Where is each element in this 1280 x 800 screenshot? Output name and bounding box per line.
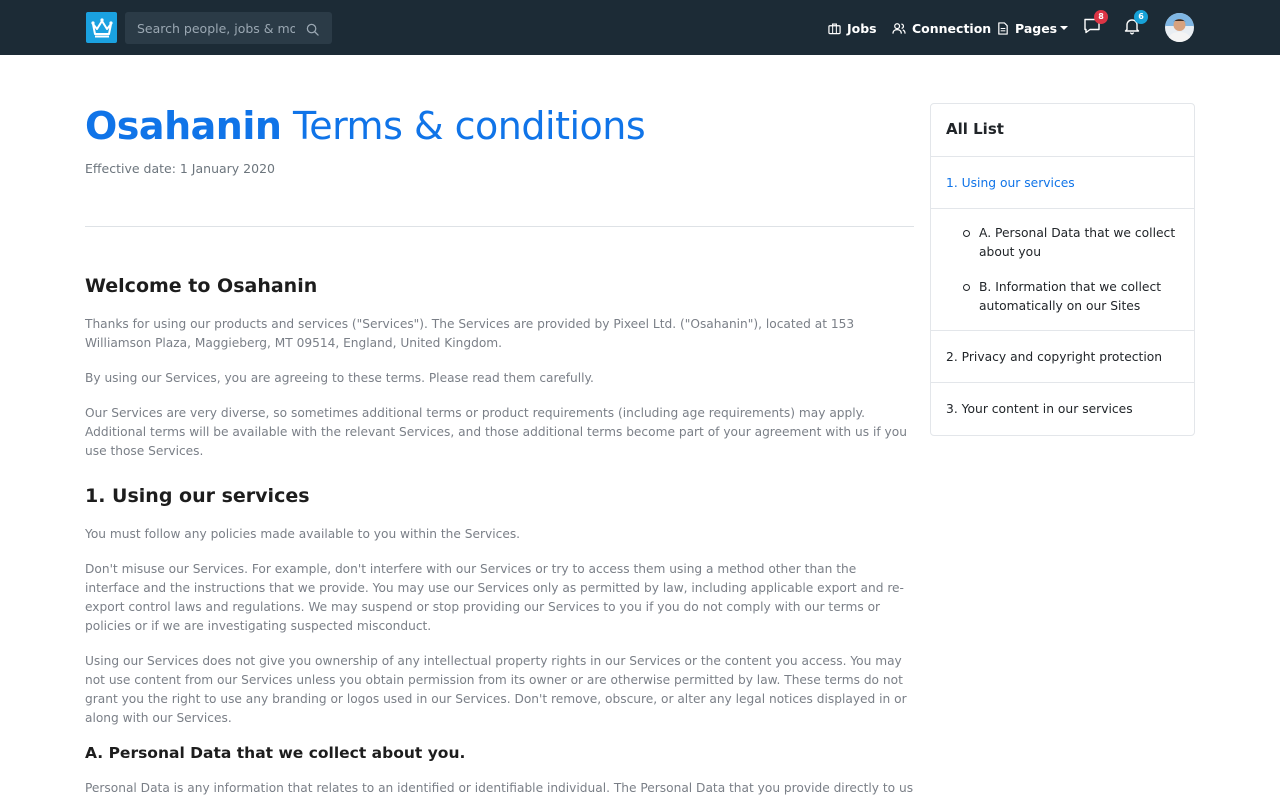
notifications-button[interactable]: 6 — [1123, 10, 1148, 37]
welcome-paragraph-3: Our Services are very diverse, so someti… — [85, 406, 907, 458]
sidebar-item-privacy[interactable]: 2. Privacy and copyright protection — [931, 331, 1194, 383]
page-title-text: Terms & conditions — [281, 104, 646, 148]
sidebar-item-information-collected[interactable]: B. Information that we collect automatic… — [963, 278, 1179, 316]
using-paragraph-1: You must follow any policies made availa… — [85, 527, 521, 541]
sidebar-item-using-services[interactable]: 1. Using our services — [931, 157, 1194, 209]
users-icon — [892, 22, 906, 34]
top-navbar: Jobs Connection Pages 8 6 — [0, 0, 1280, 55]
nav-pages-dropdown[interactable]: Pages — [997, 18, 1069, 38]
sidebar-title: All List — [931, 104, 1194, 157]
page-title: Osahanin Terms & conditions — [85, 104, 646, 148]
notifications-count-badge: 6 — [1134, 10, 1148, 24]
search-box — [125, 12, 332, 44]
using-paragraph-2: Don't misuse our Services. For example, … — [85, 562, 904, 633]
nav-connection-label: Connection — [912, 20, 992, 36]
effective-date: Effective date: 1 January 2020 — [85, 161, 275, 176]
search-input[interactable] — [125, 12, 295, 44]
using-services-heading: 1. Using our services — [85, 485, 310, 507]
sidebar-item-your-content[interactable]: 3. Your content in our services — [931, 383, 1194, 435]
sidebar-all-list: All List 1. Using our services A. Person… — [930, 103, 1195, 436]
welcome-heading: Welcome to Osahanin — [85, 275, 318, 297]
nav-pages-label: Pages — [1015, 20, 1058, 36]
using-paragraph-3: Using our Services does not give you own… — [85, 654, 907, 725]
sidebar-item-personal-data[interactable]: A. Personal Data that we collect about y… — [963, 224, 1179, 262]
crown-logo-icon[interactable] — [86, 12, 117, 43]
messages-button[interactable]: 8 — [1083, 10, 1108, 37]
user-avatar[interactable] — [1165, 13, 1194, 42]
messages-count-badge: 8 — [1094, 10, 1108, 24]
page-title-brand: Osahanin — [85, 104, 282, 148]
nav-jobs-label: Jobs — [847, 20, 877, 36]
sidebar-sublist: A. Personal Data that we collect about y… — [931, 209, 1194, 331]
welcome-paragraph-1: Thanks for using our products and servic… — [85, 317, 855, 350]
welcome-paragraph-2: By using our Services, you are agreeing … — [85, 371, 594, 385]
chevron-down-icon — [1060, 26, 1069, 30]
search-icon[interactable] — [306, 21, 320, 36]
briefcase-icon — [828, 22, 841, 34]
personal-data-heading: A. Personal Data that we collect about y… — [85, 744, 466, 762]
personal-data-paragraph: Personal Data is any information that re… — [85, 781, 914, 795]
nav-jobs-link[interactable]: Jobs — [828, 18, 877, 38]
nav-connection-link[interactable]: Connection — [892, 18, 991, 38]
header-divider — [85, 226, 914, 227]
document-icon — [998, 21, 1008, 35]
